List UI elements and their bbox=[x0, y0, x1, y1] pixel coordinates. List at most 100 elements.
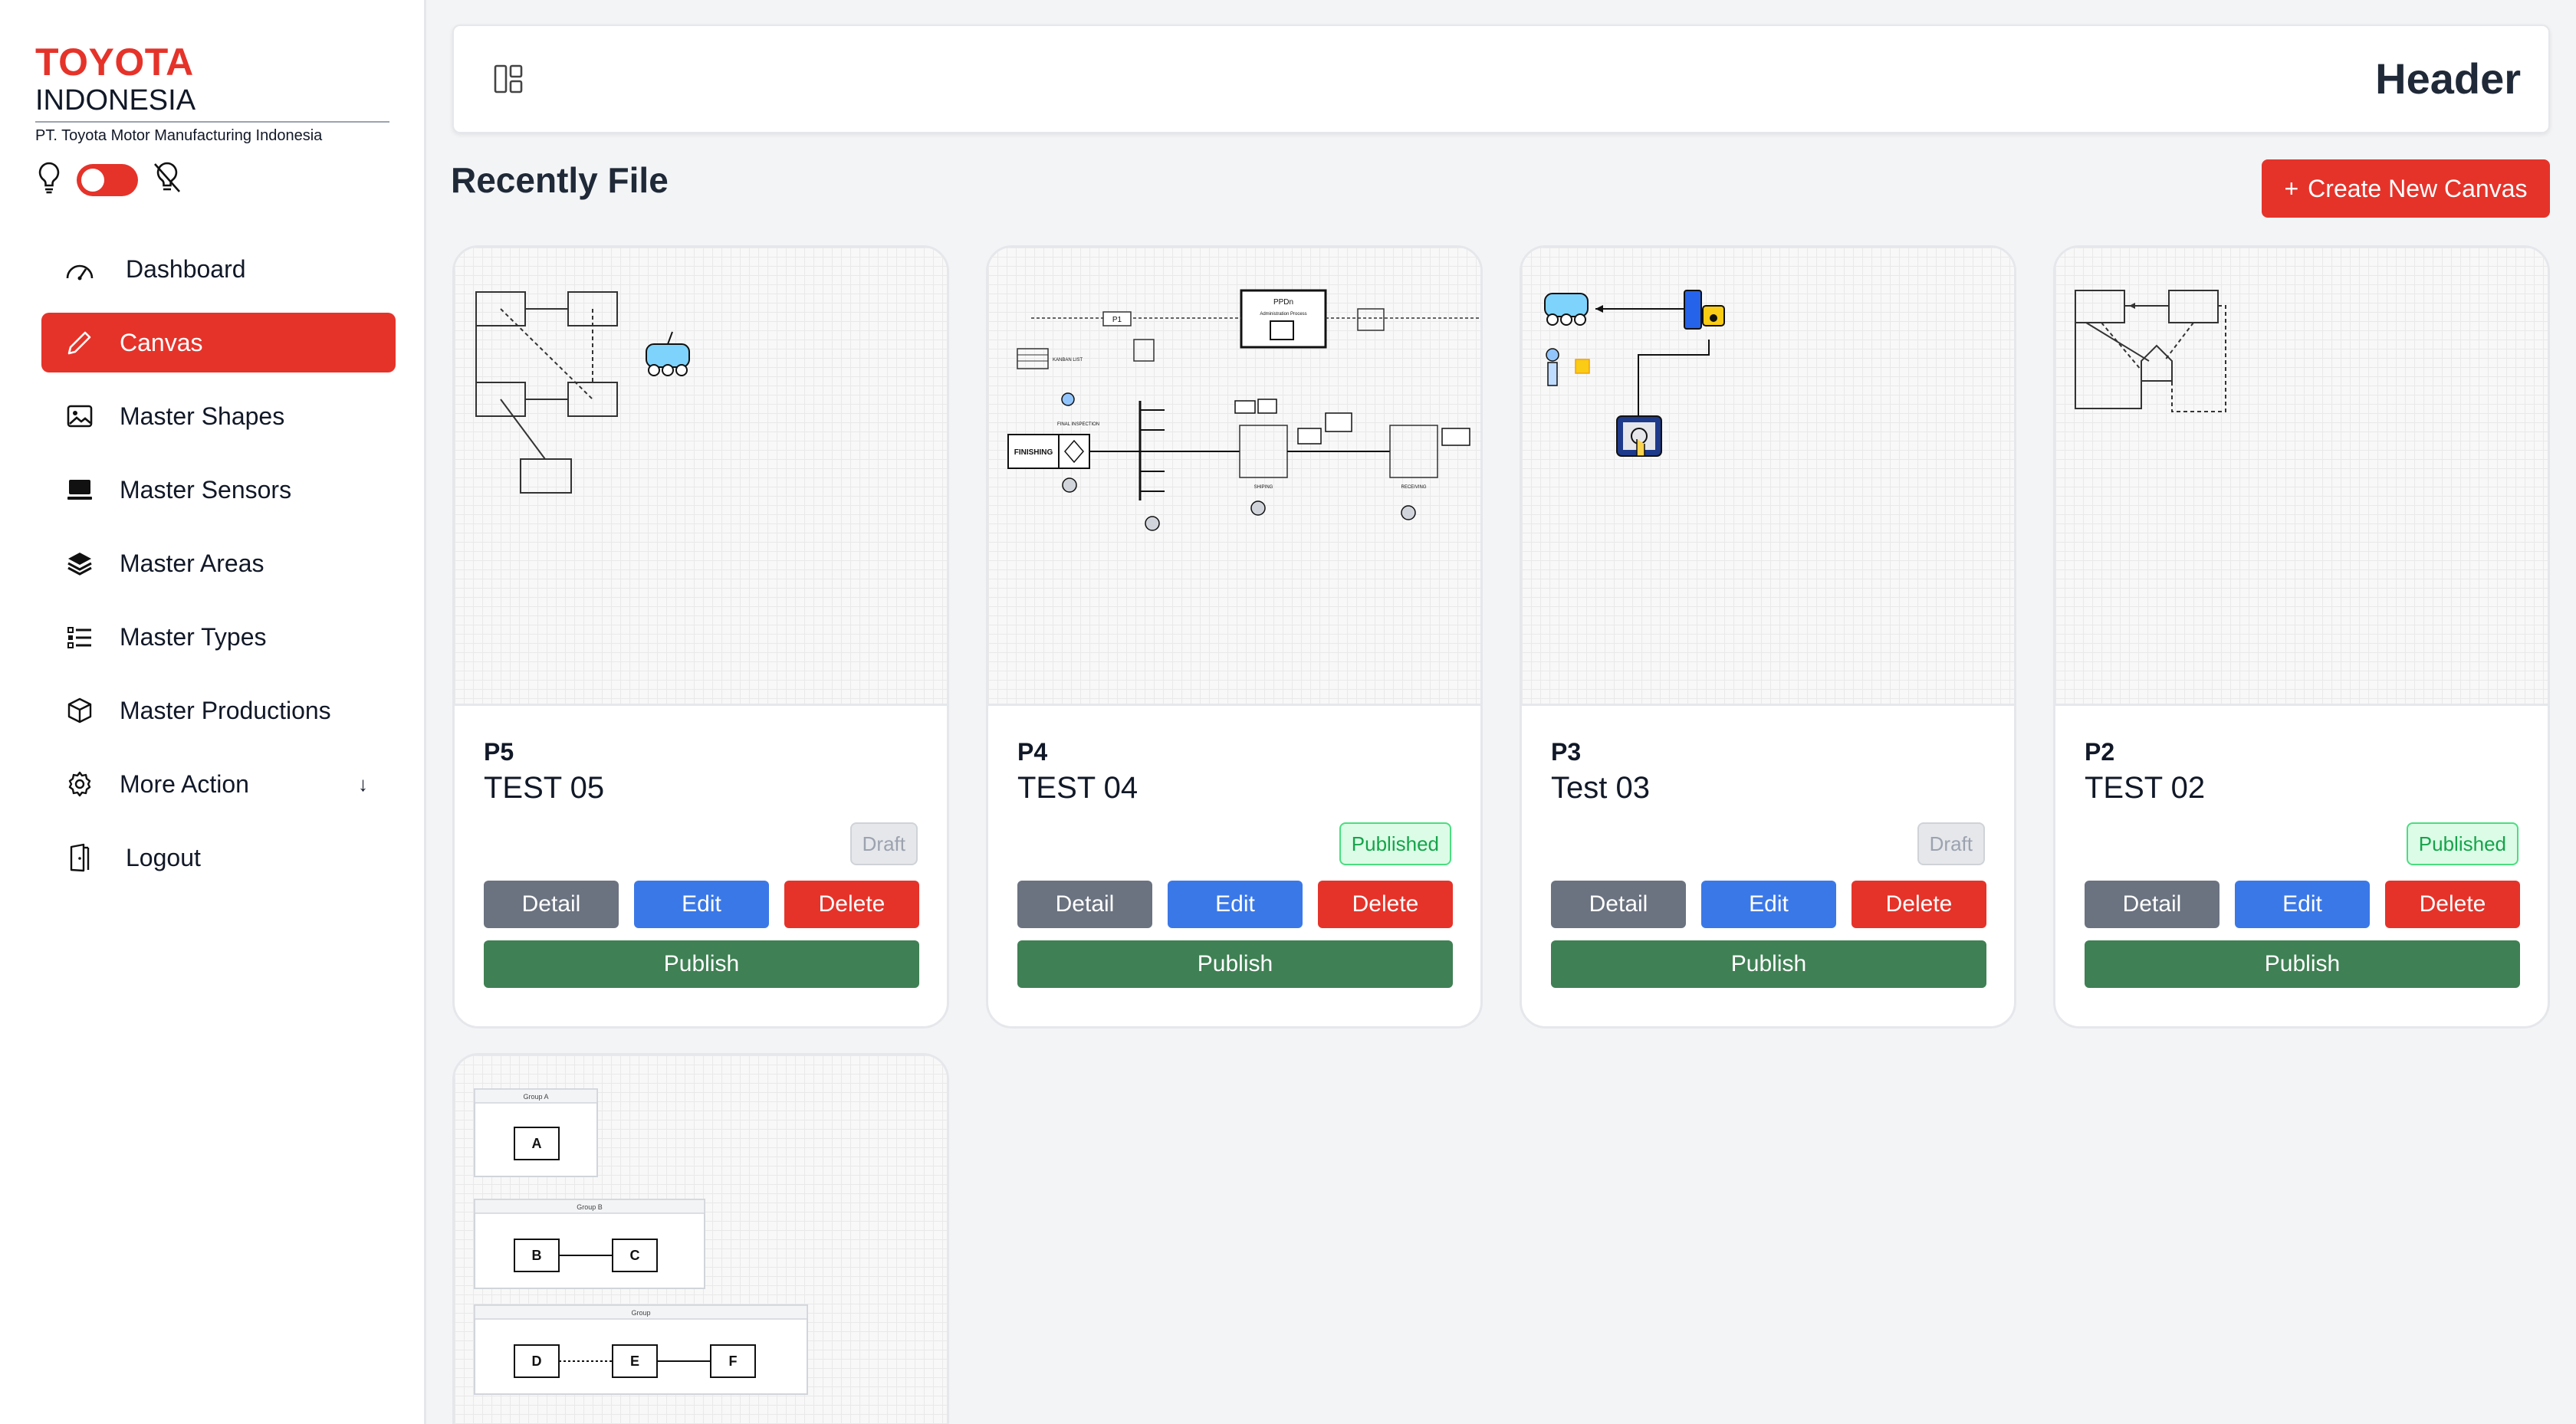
publish-button[interactable]: Publish bbox=[1551, 940, 1986, 988]
detail-button[interactable]: Detail bbox=[1017, 881, 1152, 928]
detail-button[interactable]: Detail bbox=[484, 881, 619, 928]
status-badge: Draft bbox=[1917, 822, 1985, 865]
toggle-knob bbox=[81, 168, 104, 192]
publish-button[interactable]: Publish bbox=[1017, 940, 1453, 988]
detail-button[interactable]: Detail bbox=[2085, 881, 2220, 928]
theme-switcher bbox=[35, 161, 182, 199]
robot-vehicle-icon bbox=[646, 331, 690, 376]
create-new-canvas-button[interactable]: + Create New Canvas bbox=[2262, 159, 2550, 218]
canvas-thumbnail[interactable] bbox=[2055, 248, 2548, 706]
node-label: A bbox=[532, 1136, 542, 1151]
card-name: TEST 05 bbox=[484, 771, 605, 805]
canvas-card-p2[interactable]: P2 TEST 02 Published Detail Edit Delete … bbox=[2053, 245, 2550, 1029]
canvas-card-p4[interactable]: PPDn Administration Process P1 KANBAN LI… bbox=[986, 245, 1483, 1029]
card-code: P5 bbox=[484, 738, 514, 766]
node-label: D bbox=[532, 1353, 542, 1369]
header-title: Header bbox=[2375, 54, 2521, 103]
status-badge: Draft bbox=[849, 822, 918, 865]
card-name: TEST 04 bbox=[1017, 771, 1138, 805]
sidebar-item-master-shapes[interactable]: Master Shapes bbox=[41, 386, 396, 446]
delete-button[interactable]: Delete bbox=[1852, 881, 1986, 928]
dashboard-gauge-icon bbox=[64, 254, 95, 284]
sidebar-item-label: Master Sensors bbox=[120, 475, 292, 504]
card-actions: Detail Edit Delete bbox=[1017, 881, 1453, 928]
edit-button[interactable]: Edit bbox=[1168, 881, 1303, 928]
delete-button[interactable]: Delete bbox=[2385, 881, 2520, 928]
thumb-label: PPDn bbox=[1273, 298, 1293, 307]
list-icon bbox=[64, 622, 95, 652]
card-body: P4 TEST 04 Published Detail Edit Delete … bbox=[988, 706, 1480, 1026]
sidebar-item-dashboard[interactable]: Dashboard bbox=[41, 239, 396, 299]
worker-icon bbox=[1546, 348, 1590, 386]
card-actions: Detail Edit Delete bbox=[484, 881, 919, 928]
card-body: P2 TEST 02 Published Detail Edit Delete … bbox=[2055, 706, 2548, 1026]
thumb-label: KANBAN LIST bbox=[1053, 358, 1083, 363]
plus-icon: + bbox=[2284, 174, 2299, 202]
node-label: E bbox=[630, 1353, 639, 1369]
create-button-label: Create New Canvas bbox=[2308, 174, 2528, 202]
touch-screen-icon bbox=[1616, 415, 1662, 457]
group-label: Group B bbox=[577, 1203, 603, 1211]
sidebar-item-label: Canvas bbox=[120, 328, 203, 356]
sensor-device-icon bbox=[1684, 290, 1725, 330]
robot-vehicle-icon bbox=[1544, 293, 1589, 326]
sidebar-item-master-productions[interactable]: Master Productions bbox=[41, 681, 396, 740]
canvas-card-p1[interactable]: Group A A Group B B C Group D E F bbox=[452, 1053, 949, 1424]
chevron-down-icon: ↓ bbox=[358, 772, 368, 796]
card-code: P2 bbox=[2085, 738, 2115, 766]
card-name: Test 03 bbox=[1551, 771, 1650, 805]
sidebar-item-master-types[interactable]: Master Types bbox=[41, 607, 396, 667]
sidebar-nav: Dashboard Canvas Master Shapes Master Se… bbox=[41, 239, 396, 901]
canvas-card-p3[interactable]: P3 Test 03 Draft Detail Edit Delete Publ… bbox=[1520, 245, 2016, 1029]
canvas-thumbnail[interactable]: PPDn Administration Process P1 KANBAN LI… bbox=[988, 248, 1480, 706]
delete-button[interactable]: Delete bbox=[784, 881, 919, 928]
status-badge: Published bbox=[1339, 822, 1451, 865]
card-name: TEST 02 bbox=[2085, 771, 2206, 805]
thumb-label: FINAL INSPECTION bbox=[1057, 422, 1099, 427]
theme-toggle[interactable] bbox=[77, 163, 138, 196]
edit-button[interactable]: Edit bbox=[2235, 881, 2370, 928]
cube-icon bbox=[64, 695, 95, 726]
sidebar-item-logout[interactable]: Logout bbox=[41, 828, 396, 888]
node-label: F bbox=[729, 1353, 738, 1369]
top-header: Header bbox=[452, 25, 2550, 133]
app-root: TOYOTA INDONESIA PT. Toyota Motor Manufa… bbox=[0, 0, 2576, 1424]
canvas-thumbnail[interactable] bbox=[455, 248, 947, 706]
canvas-thumbnail[interactable]: Group A A Group B B C Group D E F bbox=[455, 1055, 947, 1424]
door-icon bbox=[64, 842, 95, 873]
thumb-label: FINISHING bbox=[1014, 448, 1053, 457]
node-label: B bbox=[532, 1248, 542, 1263]
pencil-icon bbox=[64, 327, 95, 358]
detail-button[interactable]: Detail bbox=[1551, 881, 1686, 928]
publish-button[interactable]: Publish bbox=[484, 940, 919, 988]
brand-company: PT. Toyota Motor Manufacturing Indonesia bbox=[35, 127, 323, 144]
sidebar-item-label: Master Types bbox=[120, 622, 267, 651]
sidebar-item-label: Dashboard bbox=[126, 254, 246, 283]
status-badge: Published bbox=[2406, 822, 2518, 865]
gear-icon bbox=[64, 769, 95, 799]
card-actions: Detail Edit Delete bbox=[2085, 881, 2520, 928]
monitor-icon bbox=[64, 474, 95, 505]
layout-toggle-icon[interactable] bbox=[494, 64, 523, 97]
edit-button[interactable]: Edit bbox=[634, 881, 769, 928]
canvas-thumbnail[interactable] bbox=[1522, 248, 2014, 706]
light-bulb-icon bbox=[35, 161, 63, 199]
card-code: P4 bbox=[1017, 738, 1048, 766]
sidebar-item-label: Logout bbox=[126, 843, 201, 871]
thumb-label: RECEIVING bbox=[1401, 485, 1426, 490]
card-code: P3 bbox=[1551, 738, 1582, 766]
sidebar-item-more-action[interactable]: More Action ↓ bbox=[41, 754, 396, 814]
brand-logo[interactable]: TOYOTA INDONESIA PT. Toyota Motor Manufa… bbox=[35, 41, 389, 145]
sidebar-item-master-areas[interactable]: Master Areas bbox=[41, 533, 396, 593]
sidebar-item-canvas[interactable]: Canvas bbox=[41, 313, 396, 372]
group-label: Group A bbox=[523, 1093, 548, 1101]
publish-button[interactable]: Publish bbox=[2085, 940, 2520, 988]
brand-name: TOYOTA bbox=[35, 41, 194, 84]
delete-button[interactable]: Delete bbox=[1318, 881, 1453, 928]
card-actions: Detail Edit Delete bbox=[1551, 881, 1986, 928]
thumb-label: SHIPING bbox=[1254, 485, 1273, 490]
node-label: C bbox=[630, 1248, 640, 1263]
canvas-card-p5[interactable]: P5 TEST 05 Draft Detail Edit Delete Publ… bbox=[452, 245, 949, 1029]
edit-button[interactable]: Edit bbox=[1701, 881, 1836, 928]
sidebar-item-master-sensors[interactable]: Master Sensors bbox=[41, 460, 396, 520]
